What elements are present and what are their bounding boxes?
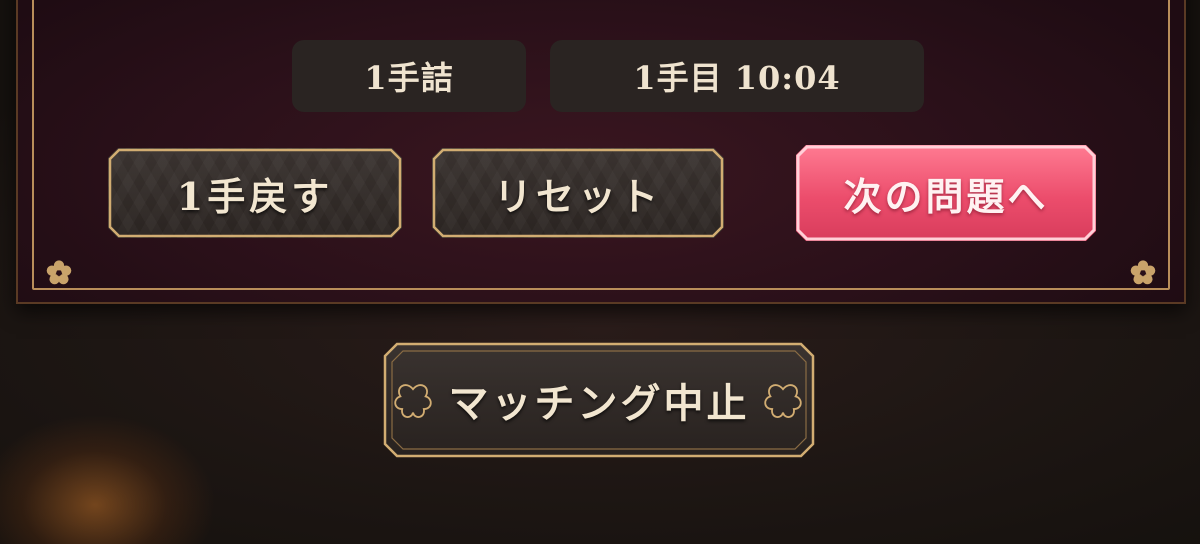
- next-problem-button-label: 次の問題へ: [843, 173, 1049, 219]
- sakura-icon: [46, 260, 72, 285]
- mate-length-label: 1手詰: [364, 59, 454, 97]
- next-problem-button-face: 次の問題へ: [796, 145, 1096, 241]
- reset-button-label: リセット: [493, 173, 662, 219]
- mate-length-badge: 1手詰: [292, 40, 526, 112]
- undo-button-label: 1手戻す: [176, 173, 334, 219]
- move-timer-label: 1手目 10:04: [633, 59, 841, 97]
- stop-matching-button[interactable]: マッチング中止: [383, 342, 815, 458]
- next-problem-button[interactable]: 次の問題へ: [796, 145, 1096, 241]
- reset-button-face: リセット: [432, 148, 724, 238]
- undo-button-face: 1手戻す: [108, 148, 402, 238]
- reset-button[interactable]: リセット: [432, 148, 724, 238]
- undo-button[interactable]: 1手戻す: [108, 148, 402, 238]
- sakura-icon: [1130, 260, 1156, 285]
- move-timer-badge: 1手目 10:04: [550, 40, 924, 112]
- stop-matching-label: マッチング中止: [448, 380, 750, 427]
